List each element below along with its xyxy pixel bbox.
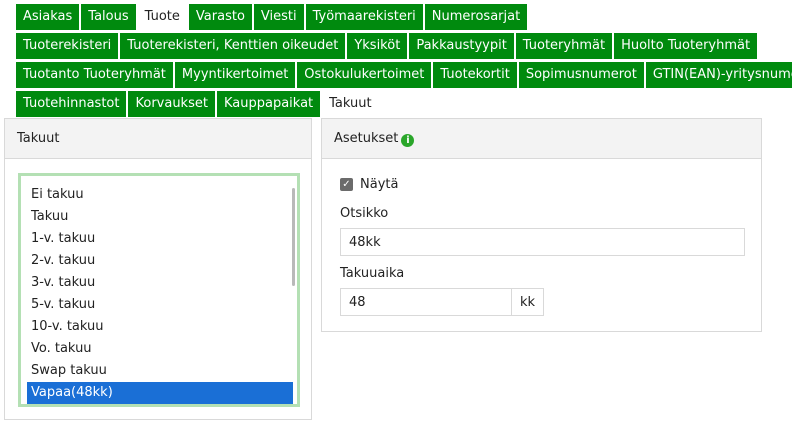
takuut-panel: Takuut Ei takuu Takuu 1-v. takuu 2-v. takuu…: [4, 118, 312, 420]
period-input[interactable]: [340, 288, 512, 316]
tab-yksikot[interactable]: Yksiköt: [347, 33, 408, 59]
period-unit: kk: [512, 288, 545, 316]
tab-tuote[interactable]: Tuote: [137, 4, 187, 30]
tab-gtin-ean-yritysnumerot[interactable]: GTIN(EAN)-yritysnumerot: [645, 62, 792, 88]
tab-row-2: Tuoterekisteri Tuoterekisteri, Kenttien o…: [16, 33, 758, 59]
tab-sopimusnumerot[interactable]: Sopimusnumerot: [518, 62, 644, 88]
tab-kauppapaikat[interactable]: Kauppapaikat: [216, 91, 321, 117]
list-item[interactable]: Ei takuu: [27, 184, 293, 206]
tab-korvaukset[interactable]: Korvaukset: [128, 91, 215, 117]
tab-tuotehinnastot[interactable]: Tuotehinnastot: [16, 91, 127, 117]
asetukset-title: Asetukset: [334, 131, 399, 146]
tab-tuotekortit[interactable]: Tuotekortit: [433, 62, 517, 88]
tab-ostokulukertoimet[interactable]: Ostokulukertoimet: [297, 62, 432, 88]
tab-takuut[interactable]: Takuut: [322, 91, 379, 117]
list-item[interactable]: 10-v. takuu: [27, 316, 293, 338]
period-label: Takuuaika: [340, 266, 405, 281]
list-item[interactable]: 5-v. takuu: [27, 294, 293, 316]
tab-tuotanto-tuoteryhmat[interactable]: Tuotanto Tuoteryhmät: [16, 62, 173, 88]
tab-asiakas[interactable]: Asiakas: [16, 4, 80, 30]
tab-pakkaustyypit[interactable]: Pakkaustyypit: [409, 33, 514, 59]
show-label: Näytä: [360, 177, 399, 192]
tab-talous[interactable]: Talous: [81, 4, 136, 30]
takuut-panel-header: Takuut: [5, 119, 311, 159]
tab-varasto[interactable]: Varasto: [188, 4, 252, 30]
listbox-scrollbar[interactable]: [292, 188, 295, 286]
tab-tuoteryhmat[interactable]: Tuoteryhmät: [515, 33, 613, 59]
list-item[interactable]: 3-v. takuu: [27, 272, 293, 294]
asetukset-panel-header: Asetukset i: [322, 119, 761, 159]
list-item[interactable]: Vo. takuu: [27, 338, 293, 360]
tab-viesti[interactable]: Viesti: [253, 4, 304, 30]
info-icon[interactable]: i: [401, 134, 415, 147]
tab-tuoterekisteri[interactable]: Tuoterekisteri: [16, 33, 119, 59]
tab-row-3: Tuotanto Tuoteryhmät Myyntikertoimet Ostok…: [16, 62, 792, 88]
tab-tuoterekisteri-kenttien-oikeudet[interactable]: Tuoterekisteri, Kenttien oikeudet: [120, 33, 346, 59]
list-item[interactable]: Takuu: [27, 206, 293, 228]
list-item[interactable]: 2-v. takuu: [27, 250, 293, 272]
list-item[interactable]: 1-v. takuu: [27, 228, 293, 250]
tab-tyomaarekisteri[interactable]: Työmaarekisteri: [305, 4, 423, 30]
tab-row-1: Asiakas Talous Tuote Varasto Viesti Työmaarek…: [16, 4, 528, 30]
list-item[interactable]: Swap takuu: [27, 360, 293, 382]
title-input[interactable]: [340, 228, 745, 256]
tab-row-4: Tuotehinnastot Korvaukset Kauppapaikat Taku…: [16, 91, 379, 117]
asetukset-panel: Asetukseti ✓ Näytä Otsikko Takuuaika kk: [321, 118, 762, 332]
tab-huolto-tuoteryhmat[interactable]: Huolto Tuoteryhmät: [614, 33, 758, 59]
list-item[interactable]: Vapaa(48kk): [27, 382, 293, 404]
tab-numerosarjat[interactable]: Numerosarjat: [424, 4, 528, 30]
show-checkbox[interactable]: ✓: [340, 178, 353, 191]
warranty-listbox[interactable]: Ei takuu Takuu 1-v. takuu 2-v. takuu 3-v. ta…: [18, 173, 300, 407]
title-label: Otsikko: [340, 206, 389, 221]
show-checkbox-row[interactable]: ✓ Näytä: [340, 177, 398, 192]
warranty-list: Ei takuu Takuu 1-v. takuu 2-v. takuu 3-v. ta…: [27, 184, 293, 404]
tab-myyntikertoimet[interactable]: Myyntikertoimet: [174, 62, 296, 88]
